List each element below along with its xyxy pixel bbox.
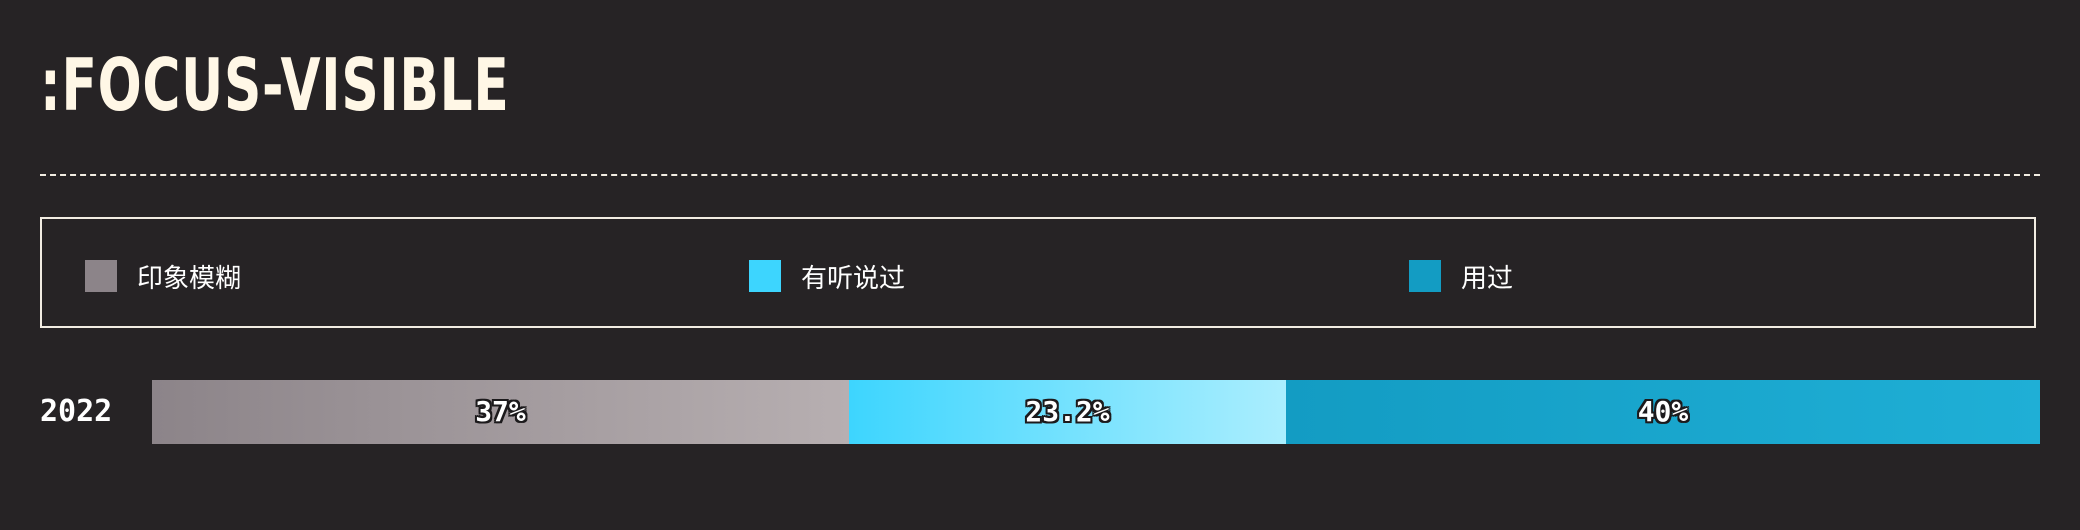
legend-item-3: 用过: [1409, 260, 1514, 294]
legend-swatch-1: [85, 260, 117, 292]
bar-value-label-2: 23.2%: [1025, 395, 1110, 428]
legend-item-1: 印象模糊: [85, 260, 242, 294]
category-label-2022: 2022: [40, 394, 113, 429]
legend-swatch-3: [1409, 260, 1441, 292]
bar-value-label-1: 37%: [475, 395, 526, 428]
legend: 印象模糊 有听说过 用过: [40, 217, 2036, 328]
legend-item-2: 有听说过: [749, 260, 906, 294]
legend-swatch-2: [749, 260, 781, 292]
legend-label-2: 有听说过: [801, 263, 906, 294]
bar-value-label-3: 40%: [1637, 395, 1689, 428]
legend-label-1: 印象模糊: [137, 263, 242, 294]
stacked-bar-2022: 37% 23.2% 40%: [152, 380, 2040, 444]
dashed-divider: [40, 174, 2040, 176]
chart-title: :FOCUS-VISIBLE: [40, 43, 510, 127]
legend-label-3: 用过: [1461, 263, 1514, 294]
